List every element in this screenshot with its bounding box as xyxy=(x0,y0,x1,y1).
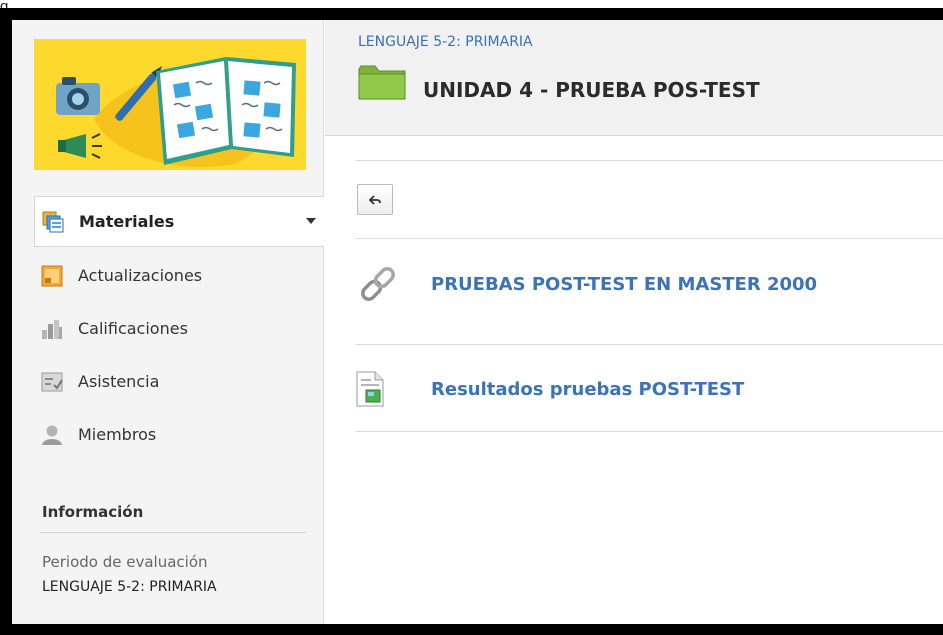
course-banner-image xyxy=(34,39,306,170)
sidebar-item-label: Actualizaciones xyxy=(78,266,203,285)
sidebar-item-materiales[interactable]: Materiales xyxy=(34,196,324,247)
divider xyxy=(355,160,943,161)
file-icon xyxy=(355,371,405,407)
material-link[interactable]: Resultados pruebas POST-TEST xyxy=(431,379,744,400)
sidebar-item-asistencia[interactable]: Asistencia xyxy=(34,355,324,408)
back-arrow-icon xyxy=(368,190,381,209)
divider xyxy=(40,532,306,533)
sidebar-item-actualizaciones[interactable]: Actualizaciones xyxy=(34,249,324,302)
breadcrumb[interactable]: LENGUAJE 5-2: PRIMARIA xyxy=(358,34,533,50)
sidebar-item-miembros[interactable]: Miembros xyxy=(34,408,324,461)
grades-icon xyxy=(40,317,64,341)
folder-icon xyxy=(358,63,406,105)
divider xyxy=(355,344,943,345)
evaluation-period-value: LENGUAJE 5-2: PRIMARIA xyxy=(42,579,217,595)
updates-icon xyxy=(40,264,64,288)
sidebar-nav: Materiales Actualizaciones Calificacione… xyxy=(34,196,324,461)
divider xyxy=(355,431,943,432)
info-heading: Información xyxy=(42,503,144,521)
chevron-down-icon[interactable] xyxy=(306,218,316,224)
folder-header: LENGUAJE 5-2: PRIMARIA UNIDAD 4 - PRUEBA… xyxy=(325,20,943,136)
link-icon xyxy=(355,261,405,307)
list-item[interactable]: Resultados pruebas POST-TEST xyxy=(355,359,943,419)
attendance-icon xyxy=(40,370,64,394)
screenshot-frame: Materiales Actualizaciones Calificacione… xyxy=(0,8,943,635)
sidebar-item-calificaciones[interactable]: Calificaciones xyxy=(34,302,324,355)
sidebar-item-label: Materiales xyxy=(79,212,175,231)
list-item[interactable]: PRUEBAS POST-TEST EN MASTER 2000 xyxy=(355,254,943,314)
page-title: UNIDAD 4 - PRUEBA POS-TEST xyxy=(423,78,760,102)
materials-icon xyxy=(41,210,65,234)
divider xyxy=(355,238,943,239)
app-window: Materiales Actualizaciones Calificacione… xyxy=(12,20,943,624)
members-icon xyxy=(40,423,64,447)
sidebar-item-label: Calificaciones xyxy=(78,319,188,338)
sidebar: Materiales Actualizaciones Calificacione… xyxy=(12,20,324,624)
sidebar-item-label: Asistencia xyxy=(78,372,160,391)
material-link[interactable]: PRUEBAS POST-TEST EN MASTER 2000 xyxy=(431,274,817,295)
back-button[interactable] xyxy=(357,184,393,215)
evaluation-period-label: Periodo de evaluación xyxy=(42,553,208,571)
sidebar-item-label: Miembros xyxy=(78,425,157,444)
